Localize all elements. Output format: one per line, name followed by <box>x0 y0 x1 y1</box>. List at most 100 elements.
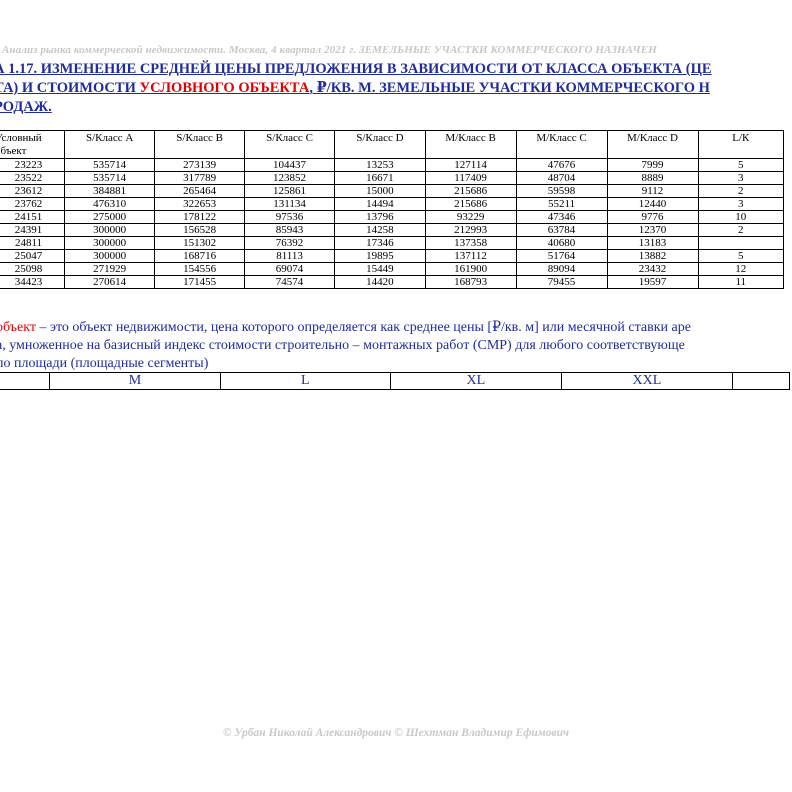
column-header: M/Класс C <box>515 130 608 159</box>
segment-cell <box>0 372 51 390</box>
table-cell: 59598 <box>515 184 608 198</box>
table-cell: 74574 <box>243 275 336 289</box>
area-segments-table: M L XL XXL <box>0 372 790 390</box>
table-cell: 25047 <box>0 249 65 263</box>
segment-cell: M <box>49 372 221 390</box>
table-cell: 322653 <box>154 197 245 211</box>
table-cell: 7999 <box>606 158 699 172</box>
column-header: S/Класс D <box>334 130 426 159</box>
table-cell: 123852 <box>243 171 336 185</box>
table-cell: 5 <box>697 158 785 172</box>
table-row: 34423 270614 171455 74574 14420 168793 7… <box>0 275 785 289</box>
table-cell: 265464 <box>154 184 245 198</box>
table-cell: 125861 <box>243 184 336 198</box>
document-page: Анализ рынка коммерческой недвижимости. … <box>0 0 792 792</box>
price-by-class-table: Условный объект S/Класс A S/Класс B S/Кл… <box>0 130 785 289</box>
table-cell: 76392 <box>243 236 336 250</box>
table-cell: 23432 <box>606 262 699 276</box>
table-cell: 154556 <box>154 262 245 276</box>
table-cell: 300000 <box>63 236 156 250</box>
table-cell: 12440 <box>606 197 699 211</box>
table-cell: 275000 <box>63 210 156 224</box>
column-header: S/Класс A <box>63 130 156 159</box>
table-cell: 2 <box>697 184 785 198</box>
segments-row: M L XL XXL <box>0 372 790 390</box>
table-cell: 12 <box>697 262 785 276</box>
column-header: S/Класс C <box>243 130 336 159</box>
table-cell: 3 <box>697 197 785 211</box>
title-line-2-end: , ₽/КВ. М. ЗЕМЕЛЬНЫЕ УЧАСТКИ КОММЕРЧЕСКО… <box>309 80 710 96</box>
table-cell: 23762 <box>0 197 65 211</box>
table-cell: 24151 <box>0 210 65 224</box>
table-cell: 13796 <box>334 210 426 224</box>
table-cell: 12370 <box>606 223 699 237</box>
table-cell: 63784 <box>515 223 608 237</box>
table-cell: 9112 <box>606 184 699 198</box>
table-cell: 137112 <box>424 249 517 263</box>
table-cell: 47676 <box>515 158 608 172</box>
table-cell: 48704 <box>515 171 608 185</box>
title-line-3: РОДАЖ. <box>0 99 52 115</box>
table-cell: 23223 <box>0 158 65 172</box>
table-cell: 14420 <box>334 275 426 289</box>
table-cell: 161900 <box>424 262 517 276</box>
table-cell: 11 <box>697 275 785 289</box>
table-row: 23223 535714 273139 104437 13253 127114 … <box>0 158 785 172</box>
title-highlight-conditional-object: УСЛОВНОГО ОБЪЕКТА <box>139 80 310 96</box>
table-cell: 17346 <box>334 236 426 250</box>
column-header: Условный объект <box>0 130 65 159</box>
table-cell: 24811 <box>0 236 65 250</box>
table-cell: 535714 <box>63 158 156 172</box>
table-cell: 40680 <box>515 236 608 250</box>
table-row: 25098 271929 154556 69074 15449 161900 8… <box>0 262 785 276</box>
table-cell: 317789 <box>154 171 245 185</box>
table-cell: 24391 <box>0 223 65 237</box>
table-cell: 25098 <box>0 262 65 276</box>
table-cell: 151302 <box>154 236 245 250</box>
table-cell: 19597 <box>606 275 699 289</box>
table-cell <box>697 236 785 250</box>
table-header-row: Условный объект S/Класс A S/Класс B S/Кл… <box>0 130 785 159</box>
segment-cell: L <box>219 372 391 390</box>
table-cell: 13253 <box>334 158 426 172</box>
table-cell: 212993 <box>424 223 517 237</box>
table-cell: 8889 <box>606 171 699 185</box>
table-row: 25047 300000 168716 81113 19895 137112 5… <box>0 249 785 263</box>
table-cell: 89094 <box>515 262 608 276</box>
table-cell: 19895 <box>334 249 426 263</box>
table-cell: 13183 <box>606 236 699 250</box>
conditional-object-definition: объект – это объект недвижимости, цена к… <box>0 319 792 373</box>
title-line-2: ТА) И СТОИМОСТИ УСЛОВНОГО ОБЪЕКТА, ₽/КВ.… <box>0 79 792 98</box>
column-header: S/Класс B <box>154 130 245 159</box>
table-cell: 127114 <box>424 158 517 172</box>
table-cell: 23522 <box>0 171 65 185</box>
table-cell: 51764 <box>515 249 608 263</box>
table-cell: 168793 <box>424 275 517 289</box>
table-cell: 117409 <box>424 171 517 185</box>
table-cell: 300000 <box>63 223 156 237</box>
table-cell: 168716 <box>154 249 245 263</box>
table-cell: 215686 <box>424 197 517 211</box>
table-cell: 79455 <box>515 275 608 289</box>
table-row: 24811 300000 151302 76392 17346 137358 4… <box>0 236 785 250</box>
table-cell: 300000 <box>63 249 156 263</box>
table-cell: 156528 <box>154 223 245 237</box>
table-cell: 97536 <box>243 210 336 224</box>
table-row: 23522 535714 317789 123852 16671 117409 … <box>0 171 785 185</box>
table-title: А 1.17. ИЗМЕНЕНИЕ СРЕДНЕЙ ЦЕНЫ ПРЕДЛОЖЕН… <box>0 60 792 117</box>
table-cell: 9776 <box>606 210 699 224</box>
table-row: 24391 300000 156528 85943 14258 212993 6… <box>0 223 785 237</box>
table-cell: 13882 <box>606 249 699 263</box>
table-row: 24151 275000 178122 97536 13796 93229 47… <box>0 210 785 224</box>
table-cell: 10 <box>697 210 785 224</box>
table-cell: 476310 <box>63 197 156 211</box>
column-header: M/Класс D <box>606 130 699 159</box>
table-cell: 15000 <box>334 184 426 198</box>
table-cell: 535714 <box>63 171 156 185</box>
column-header: M/Класс B <box>424 130 517 159</box>
table-cell: 137358 <box>424 236 517 250</box>
table-cell: 215686 <box>424 184 517 198</box>
table-cell: 93229 <box>424 210 517 224</box>
table-cell: 23612 <box>0 184 65 198</box>
table-cell: 55211 <box>515 197 608 211</box>
